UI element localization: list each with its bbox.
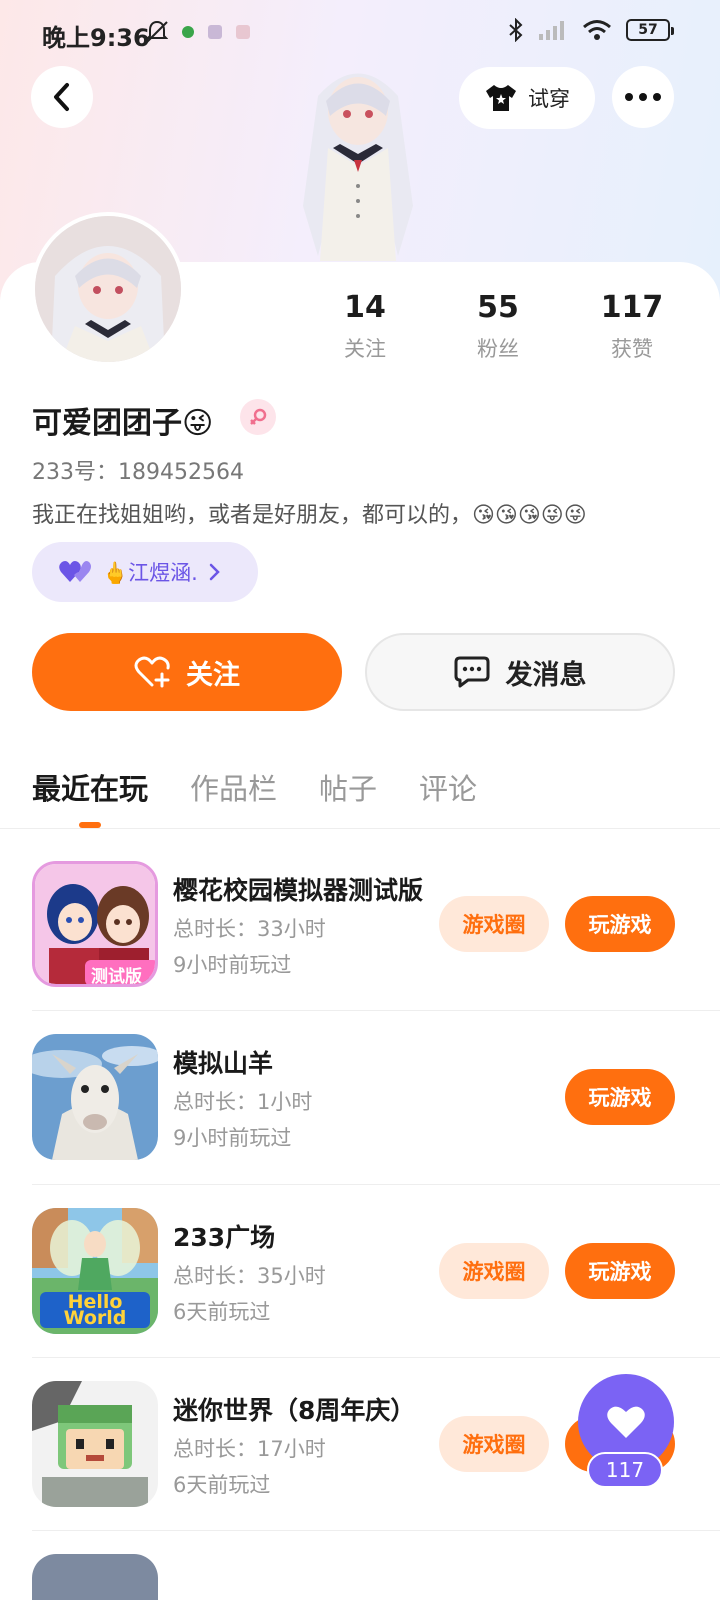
chevron-left-icon xyxy=(54,83,69,111)
game-title: 233广场 xyxy=(173,1223,276,1252)
follow-button-label: 关注 xyxy=(186,659,240,691)
row-divider xyxy=(32,1357,720,1358)
female-gender-icon xyxy=(240,399,276,435)
game-last-played: 9小时前玩过 xyxy=(173,1126,292,1150)
heart-plus-icon xyxy=(134,656,170,688)
list-item[interactable]: 测试版 樱花校园模拟器测试版 总时长：33小时 9小时前玩过 游戏圈 玩游戏 xyxy=(32,861,688,991)
game-icon-sakura-school-text: 测试版 xyxy=(91,967,142,987)
game-last-played: 6天前玩过 xyxy=(173,1300,271,1324)
game-icon-partial xyxy=(32,1554,158,1600)
game-icon-mini-world xyxy=(32,1381,158,1507)
game-icon-233-plaza-text: Hello World xyxy=(63,1291,127,1329)
game-title: 模拟山羊 xyxy=(173,1049,274,1078)
row-divider xyxy=(32,1530,720,1531)
stat-following-count: 14 xyxy=(344,290,386,325)
game-icon-233-plaza: Hello World xyxy=(32,1208,158,1334)
stat-following[interactable]: 14 关注 xyxy=(310,290,420,363)
bio: 我正在找姐姐哟，或者是好朋友，都可以的，😘😘😘😜😜 xyxy=(32,503,587,528)
account-id: 233号：189452564 xyxy=(32,460,244,485)
nickname: 可爱团团子😜 xyxy=(32,406,214,441)
double-heart-icon xyxy=(59,561,91,582)
game-duration: 总时长：17小时 xyxy=(173,1437,326,1461)
game-duration: 总时长：33小时 xyxy=(173,917,326,941)
try-on-button[interactable]: 试穿 xyxy=(459,67,595,129)
list-item[interactable]: Hello World 233广场 总时长：35小时 6天前玩过 游戏圈 玩游戏 xyxy=(32,1208,688,1338)
row-divider xyxy=(32,1184,720,1185)
app-notification-icon xyxy=(236,25,250,39)
heart-icon xyxy=(607,1406,645,1438)
cp-tag[interactable]: 🖕江煜涵. xyxy=(32,542,258,602)
play-game-button[interactable]: 玩游戏 xyxy=(565,1069,675,1125)
game-duration: 总时长：35小时 xyxy=(173,1264,326,1288)
chevron-right-icon xyxy=(209,563,220,581)
game-last-played: 6天前玩过 xyxy=(173,1473,271,1497)
avatar[interactable] xyxy=(31,212,185,366)
tab-posts[interactable]: 帖子 xyxy=(319,766,377,808)
stat-fans-count: 55 xyxy=(477,290,519,325)
message-button[interactable]: 发消息 xyxy=(365,633,675,711)
cp-tag-label: 🖕江煜涵. xyxy=(102,561,198,585)
tshirt-icon xyxy=(486,85,516,111)
bluetooth-icon xyxy=(509,18,523,42)
back-button[interactable] xyxy=(31,66,93,128)
play-game-button[interactable]: 玩游戏 xyxy=(565,896,675,952)
tab-works[interactable]: 作品栏 xyxy=(190,766,277,808)
stat-fans[interactable]: 55 粉丝 xyxy=(443,290,553,363)
more-button[interactable] xyxy=(612,66,674,128)
avatar-image xyxy=(35,216,181,362)
follow-button[interactable]: 关注 xyxy=(32,633,342,711)
stat-following-label: 关注 xyxy=(344,337,386,361)
game-title: 樱花校园模拟器测试版 xyxy=(173,876,424,905)
tab-comments[interactable]: 评论 xyxy=(419,766,477,808)
app-notification-icon xyxy=(182,26,194,38)
status-right-icons: 57 xyxy=(508,18,674,42)
more-dots-icon xyxy=(625,93,661,101)
wifi-icon xyxy=(583,20,611,40)
game-last-played: 9小时前玩过 xyxy=(173,953,292,977)
signal-icon xyxy=(539,21,564,40)
stat-likes-count: 117 xyxy=(600,290,664,325)
game-duration: 总时长：1小时 xyxy=(173,1090,313,1114)
app-notification-icon xyxy=(208,25,222,39)
bell-off-icon xyxy=(146,20,168,43)
like-count: 117 xyxy=(587,1452,663,1488)
message-button-label: 发消息 xyxy=(505,659,587,691)
status-time: 晚上9:36 xyxy=(42,24,150,52)
row-divider xyxy=(32,1010,720,1011)
game-circle-button[interactable]: 游戏圈 xyxy=(439,1243,549,1299)
game-icon-sakura-school: 测试版 xyxy=(32,861,158,987)
play-game-button[interactable]: 玩游戏 xyxy=(565,1243,675,1299)
chat-bubble-icon xyxy=(454,656,489,688)
game-circle-button[interactable]: 游戏圈 xyxy=(439,1416,549,1472)
game-icon-goat-simulator xyxy=(32,1034,158,1160)
try-on-label: 试穿 xyxy=(528,87,570,111)
game-title: 迷你世界（8周年庆） xyxy=(173,1396,416,1425)
battery-indicator: 57 xyxy=(626,19,674,41)
status-notification-icons xyxy=(146,20,250,44)
avatar-3d-character xyxy=(303,73,413,261)
profile-tabs: 最近在玩 作品栏 帖子 评论 xyxy=(32,766,477,808)
stat-likes[interactable]: 117 获赞 xyxy=(577,290,687,363)
tabs-divider xyxy=(0,828,720,829)
list-item[interactable]: 模拟山羊 总时长：1小时 9小时前玩过 玩游戏 xyxy=(32,1034,688,1164)
tab-recently-played[interactable]: 最近在玩 xyxy=(32,766,148,808)
stat-fans-label: 粉丝 xyxy=(477,337,519,361)
stat-likes-label: 获赞 xyxy=(611,337,653,361)
game-circle-button[interactable]: 游戏圈 xyxy=(439,896,549,952)
